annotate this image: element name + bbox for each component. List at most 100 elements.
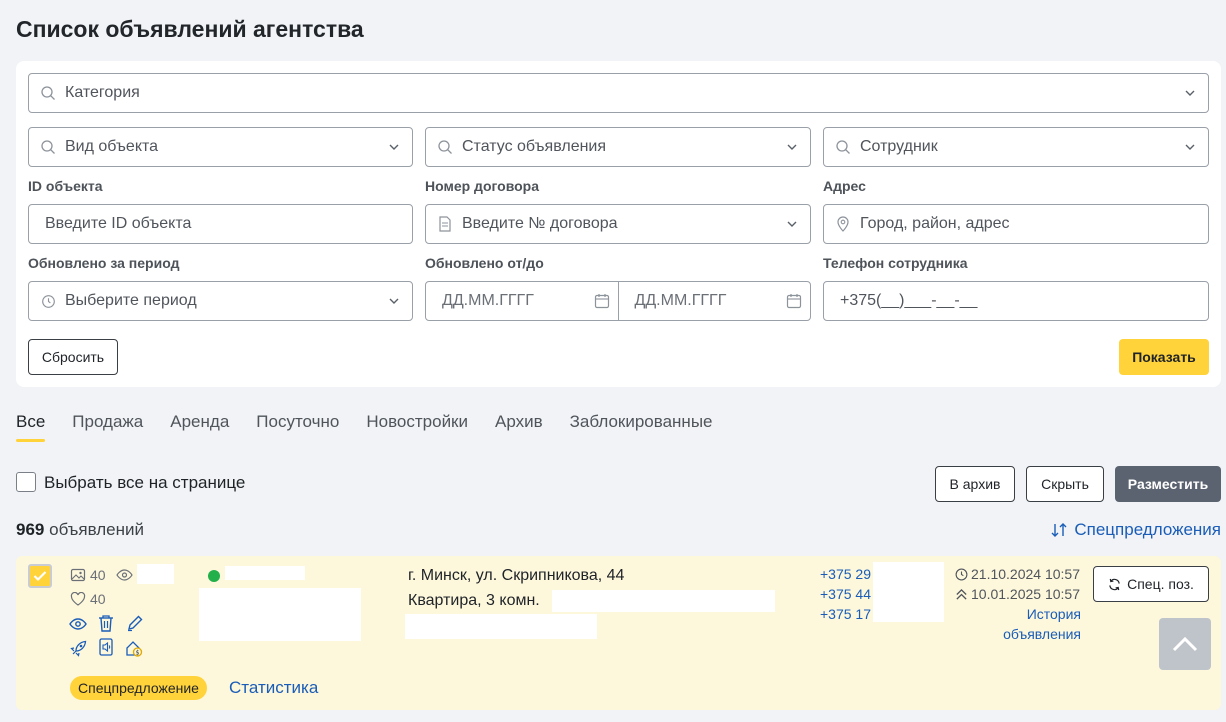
photos-stat: 40 xyxy=(70,567,133,583)
special-position-button[interactable]: Спец. поз. xyxy=(1093,566,1209,602)
favorites-stat: 40 xyxy=(70,591,106,607)
trash-icon[interactable] xyxy=(97,614,115,632)
reset-button[interactable]: Сбросить xyxy=(28,339,118,375)
redacted-block xyxy=(199,588,361,641)
employee-phone-placeholder: +375(__)___-__-__ xyxy=(840,292,978,309)
page-title: Список объявлений агентства xyxy=(16,16,364,42)
listing-address[interactable]: г. Минск, ул. Скрипникова, 44 xyxy=(408,567,624,585)
redacted-block xyxy=(405,614,597,639)
special-position-label: Спец. поз. xyxy=(1127,576,1194,592)
category-placeholder: Категория xyxy=(65,84,140,101)
address-label: Адрес xyxy=(823,178,866,194)
heart-icon xyxy=(70,592,86,606)
location-pin-icon xyxy=(835,216,851,232)
object-id-input[interactable]: Введите ID объекта xyxy=(28,204,413,244)
chevron-down-icon xyxy=(388,141,400,153)
object-type-select[interactable]: Вид объекта xyxy=(28,127,413,167)
object-id-placeholder: Введите ID объекта xyxy=(45,215,192,232)
chevron-down-icon xyxy=(786,218,798,230)
redacted-block xyxy=(873,562,944,622)
search-icon xyxy=(40,85,56,101)
scroll-to-top-button[interactable] xyxy=(1159,618,1211,670)
listing-checkbox[interactable] xyxy=(28,564,52,588)
edit-pencil-icon[interactable] xyxy=(125,614,143,632)
phone-1[interactable]: +375 29 xyxy=(820,566,871,582)
select-all-label[interactable]: Выбрать все на странице xyxy=(44,473,245,493)
search-icon xyxy=(835,139,851,155)
double-chevron-up-icon xyxy=(955,588,968,601)
sort-icon xyxy=(1050,522,1068,538)
eye-icon xyxy=(115,569,133,581)
photos-count: 40 xyxy=(90,567,106,583)
hide-button[interactable]: Скрыть xyxy=(1026,466,1104,502)
updated-date-value: 10.01.2025 10:57 xyxy=(971,586,1080,602)
results-count-suffix: объявлений xyxy=(49,520,144,539)
contract-select[interactable]: Введите № договора xyxy=(425,204,811,244)
tab-daily[interactable]: Посуточно xyxy=(256,412,339,442)
tab-archive[interactable]: Архив xyxy=(495,412,543,442)
publish-button[interactable]: Разместить xyxy=(1115,466,1221,502)
image-icon xyxy=(70,567,86,583)
calendar-icon[interactable] xyxy=(786,293,802,309)
chevron-down-icon xyxy=(1184,141,1196,153)
created-date-value: 21.10.2024 10:57 xyxy=(971,566,1080,582)
chevron-up-icon xyxy=(1172,636,1198,652)
employee-phone-input[interactable]: +375(__)___-__-__ xyxy=(823,281,1209,321)
phone-3[interactable]: +375 17 xyxy=(820,606,871,622)
tab-new-buildings[interactable]: Новостройки xyxy=(366,412,468,442)
date-from-placeholder: ДД.ММ.ГГГГ xyxy=(442,292,534,309)
sort-label: Спецпредложения xyxy=(1074,520,1221,539)
ad-status-placeholder: Статус объявления xyxy=(462,138,607,155)
archive-button[interactable]: В архив xyxy=(935,466,1015,502)
redacted-block xyxy=(137,564,174,584)
clock-icon xyxy=(955,568,968,581)
document-icon xyxy=(437,216,453,232)
show-button[interactable]: Показать xyxy=(1119,339,1209,375)
tab-blocked[interactable]: Заблокированные xyxy=(570,412,713,442)
date-to-input[interactable]: ДД.ММ.ГГГГ xyxy=(619,282,811,320)
period-select[interactable]: Выберите период xyxy=(28,281,413,321)
calendar-icon[interactable] xyxy=(594,293,610,309)
contract-placeholder: Введите № договора xyxy=(462,215,618,232)
chevron-down-icon xyxy=(388,295,400,307)
listing-kind: Квартира, 3 комн. xyxy=(408,592,540,609)
tab-rent[interactable]: Аренда xyxy=(170,412,229,442)
phone-2[interactable]: +375 44 xyxy=(820,586,871,602)
audio-document-icon[interactable] xyxy=(97,638,115,656)
updated-range-label: Обновлено от/до xyxy=(425,255,544,271)
statistics-link[interactable]: Статистика xyxy=(229,678,318,698)
refresh-icon xyxy=(1108,578,1121,591)
updated-date: 10.01.2025 10:57 xyxy=(955,586,1080,602)
category-tabs: Все Продажа Аренда Посуточно Новостройки… xyxy=(16,412,740,442)
rocket-icon[interactable] xyxy=(69,639,87,657)
object-type-placeholder: Вид объекта xyxy=(65,138,159,155)
object-id-label: ID объекта xyxy=(28,178,103,194)
employee-phone-label: Телефон сотрудника xyxy=(823,255,968,271)
results-count: 969 объявлений xyxy=(16,520,144,540)
select-all-checkbox[interactable] xyxy=(16,472,36,492)
period-label: Обновлено за период xyxy=(28,255,180,271)
address-input[interactable]: Город, район, адрес xyxy=(823,204,1209,244)
view-icon[interactable] xyxy=(69,615,87,633)
search-icon xyxy=(40,139,56,155)
house-coin-icon[interactable]: $ xyxy=(125,639,143,657)
search-icon xyxy=(437,139,453,155)
address-placeholder: Город, район, адрес xyxy=(860,215,1010,232)
chevron-down-icon xyxy=(1184,87,1196,99)
tab-sale[interactable]: Продажа xyxy=(72,412,143,442)
history-link[interactable]: История объявления xyxy=(975,604,1081,644)
ad-status-select[interactable]: Статус объявления xyxy=(425,127,811,167)
tab-all[interactable]: Все xyxy=(16,412,46,442)
contract-label: Номер договора xyxy=(425,178,540,194)
svg-text:$: $ xyxy=(136,649,140,656)
sort-link[interactable]: Спецпредложения xyxy=(1050,520,1221,540)
results-count-number: 969 xyxy=(16,520,45,539)
redacted-block xyxy=(225,566,305,580)
special-offer-badge: Спецпредложение xyxy=(70,676,207,700)
date-from-input[interactable]: ДД.ММ.ГГГГ xyxy=(426,282,619,320)
favorites-count: 40 xyxy=(90,591,106,607)
updated-date-range: ДД.ММ.ГГГГ ДД.ММ.ГГГГ xyxy=(425,281,811,321)
employee-select[interactable]: Сотрудник xyxy=(823,127,1209,167)
category-select[interactable]: Категория xyxy=(28,73,1209,113)
created-date: 21.10.2024 10:57 xyxy=(955,566,1080,582)
